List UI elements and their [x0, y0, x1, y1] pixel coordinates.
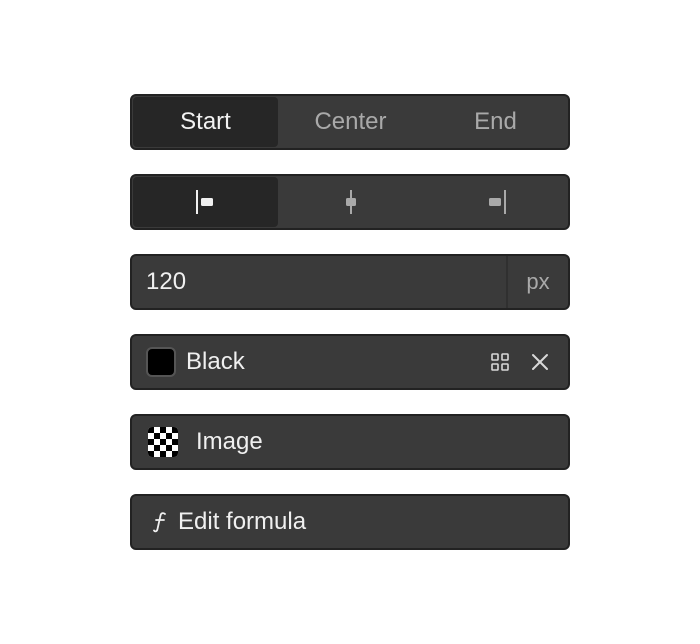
function-icon	[152, 511, 168, 533]
align-start-button[interactable]	[133, 177, 278, 227]
align-end-option[interactable]: End	[423, 96, 568, 148]
color-name: Black	[186, 348, 245, 375]
align-end-icon	[488, 190, 506, 214]
align-center-button[interactable]	[278, 176, 423, 228]
align-end-button[interactable]	[423, 176, 568, 228]
size-input-group: px	[130, 254, 570, 310]
icon-align-control	[130, 174, 570, 230]
size-input[interactable]	[132, 256, 506, 308]
edit-formula-label: Edit formula	[178, 508, 307, 535]
checkerboard-icon	[148, 427, 178, 457]
color-fill-row[interactable]: Black	[130, 334, 570, 390]
align-start-icon	[195, 190, 213, 214]
text-align-control: Start Center End	[130, 94, 570, 150]
remove-fill-button[interactable]	[528, 350, 552, 374]
image-fill-row[interactable]: Image	[130, 414, 570, 470]
align-center-option[interactable]: Center	[278, 96, 423, 148]
color-swatch[interactable]	[146, 347, 176, 377]
align-center-icon	[345, 190, 356, 214]
align-start-option[interactable]: Start	[133, 97, 278, 147]
close-icon	[532, 354, 548, 370]
style-library-button[interactable]	[488, 350, 512, 374]
image-label: Image	[196, 428, 263, 455]
unit-label: px	[506, 256, 568, 308]
grid-icon	[491, 353, 509, 371]
edit-formula-button[interactable]: Edit formula	[130, 494, 570, 550]
